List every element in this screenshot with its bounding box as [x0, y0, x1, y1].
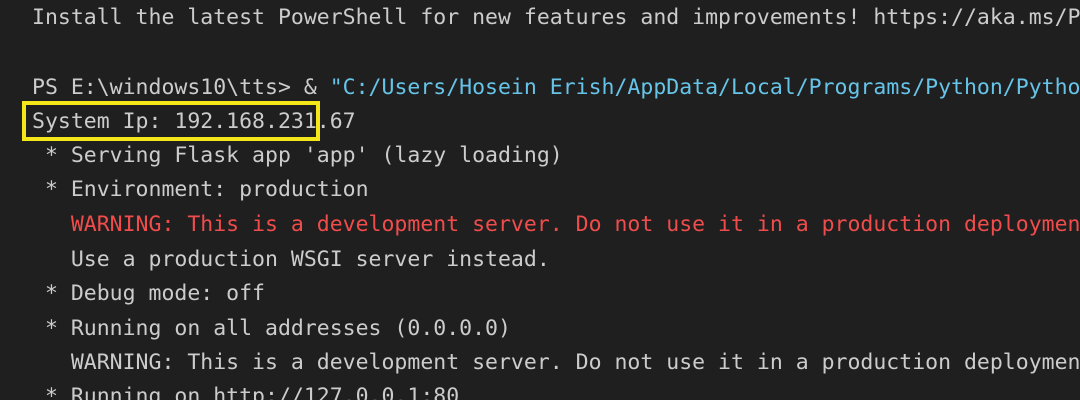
running-all-addresses-line: * Running on all addresses (0.0.0.0) [32, 316, 511, 341]
python-executable-path: "C:/Users/Hosein Erish/AppData/Local/Pro… [329, 75, 1080, 100]
flask-serving-line: * Serving Flask app 'app' (lazy loading) [32, 143, 563, 168]
warning-line-red: WARNING: This is a development server. D… [32, 212, 1080, 237]
terminal-window[interactable]: Install the latest PowerShell for new fe… [0, 0, 1080, 400]
command-prompt-line: PS E:\windows10\tts> & "C:/Users/Hosein … [32, 73, 1080, 103]
prompt-prefix: PS E:\windows10\tts> & [32, 75, 330, 100]
environment-line: * Environment: production [32, 177, 369, 202]
powershell-banner: Install the latest PowerShell for new fe… [32, 5, 1080, 30]
system-ip-highlight-box [22, 101, 320, 141]
warning-line: WARNING: This is a development server. D… [32, 350, 1080, 375]
debug-mode-line: * Debug mode: off [32, 281, 265, 306]
running-localhost-line: * Running on http://127.0.0.1:80 [32, 384, 460, 400]
wsgi-advice-line: Use a production WSGI server instead. [32, 247, 550, 272]
